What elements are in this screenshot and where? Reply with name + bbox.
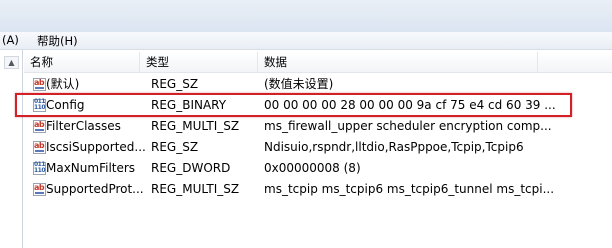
window-title-bar (0, 0, 612, 32)
menu-bar: (A) 帮助(H) (0, 32, 612, 50)
value-data: ms_firewall_upper scheduler encryption c… (264, 119, 552, 133)
value-name: (默认) (46, 77, 80, 91)
value-type: REG_SZ (151, 77, 199, 91)
menu-item-help[interactable]: 帮助(H) (37, 33, 78, 49)
column-header-type[interactable]: 类型 (140, 52, 258, 72)
list-item[interactable]: ab FilterClasses REG_MULTI_SZ ms_firewal… (24, 116, 612, 137)
value-data: ms_tcpip ms_tcpip6 ms_tcpip6_tunnel ms_t… (264, 182, 555, 196)
value-data: 0x00000008 (8) (264, 161, 361, 175)
key-tree-pane: ▲ (0, 50, 23, 248)
value-name: FilterClasses (46, 119, 121, 133)
list-header: 名称 类型 数据 (24, 52, 612, 73)
list-item[interactable]: ab (默认) REG_SZ (数值未设置) (24, 74, 612, 95)
highlight-box (15, 93, 572, 117)
value-type: REG_DWORD (151, 161, 231, 175)
menu-item-partial[interactable]: (A) (2, 33, 19, 47)
string-value-icon: ab (33, 183, 46, 196)
column-header-name[interactable]: 名称 (24, 52, 140, 72)
list-item[interactable]: ab IscsiSupported... REG_SZ Ndisuio,rspn… (24, 137, 612, 158)
value-name: MaxNumFilters (46, 161, 136, 175)
values-list: 名称 类型 数据 ab (默认) REG_SZ (数值未设置) 011 110 C… (24, 50, 612, 248)
string-value-icon: ab (33, 141, 46, 154)
value-type: REG_MULTI_SZ (151, 119, 240, 133)
list-item[interactable]: ab SupportedProt... REG_MULTI_SZ ms_tcpi… (24, 179, 612, 200)
value-data: (数值未设置) (264, 77, 334, 91)
value-name: IscsiSupported... (46, 140, 146, 154)
column-header-data[interactable]: 数据 (258, 52, 538, 72)
value-data: Ndisuio,rspndr,lltdio,RasPppoe,Tcpip,Tcp… (264, 140, 524, 154)
value-name: SupportedProt... (46, 182, 144, 196)
value-type: REG_SZ (151, 140, 199, 154)
string-value-icon: ab (33, 120, 46, 133)
list-item[interactable]: 011 110 MaxNumFilters REG_DWORD 0x0000000… (24, 158, 612, 179)
binary-value-icon: 011 110 (33, 161, 46, 175)
string-value-icon: ab (33, 78, 46, 91)
value-type: REG_MULTI_SZ (151, 182, 240, 196)
scroll-up-arrow-icon[interactable]: ▲ (4, 56, 19, 69)
